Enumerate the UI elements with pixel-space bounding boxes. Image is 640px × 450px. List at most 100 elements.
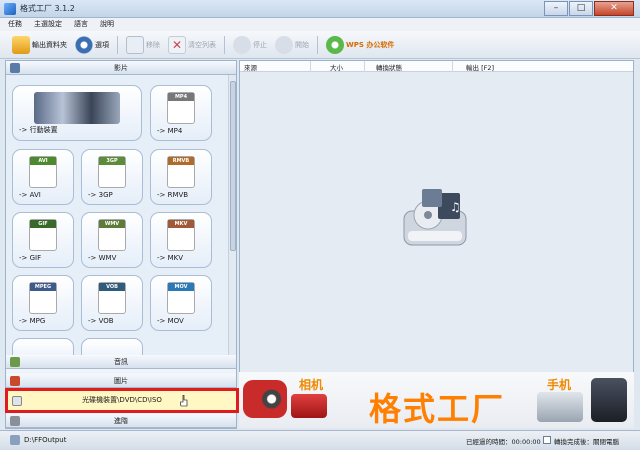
banner-camera-label: 相机	[299, 378, 324, 392]
svg-text:♫: ♫	[450, 200, 461, 214]
remove-button[interactable]: 移除	[126, 35, 160, 54]
tile-mkv[interactable]: MKV -> MKV	[150, 212, 212, 268]
tile-partial[interactable]	[81, 338, 143, 355]
tools-icon	[10, 416, 20, 426]
music-note-icon	[10, 357, 20, 367]
tile-label: -> MOV	[157, 317, 184, 325]
remove-label: 移除	[146, 40, 160, 49]
tile-label: -> WMV	[88, 254, 117, 262]
toolbar-divider	[224, 35, 225, 54]
menu-task[interactable]: 任務	[8, 18, 22, 31]
tile-rmvb[interactable]: RMVB -> RMVB	[150, 149, 212, 205]
task-list[interactable]: 來源 大小 轉換狀態 輸出 [F2] ♫	[239, 60, 634, 380]
close-button[interactable]: ✕	[594, 1, 634, 16]
toolbar: 輸出資料夾 選項 移除 ✕ 清空列表 停止 開始 WPS 办公软件	[0, 31, 640, 59]
disc-drive-icon	[12, 396, 22, 406]
tile-label: -> 3GP	[88, 191, 113, 199]
category-rom-label: 光碟機裝置\DVD\CD\ISO	[82, 396, 162, 404]
status-bar: D:\FFOutput 已經過的時間：00:00:00 轉換完成後：關閉電腦	[0, 430, 640, 450]
folder-icon	[12, 35, 30, 54]
category-image[interactable]: 圖片	[6, 374, 236, 388]
window-controls: – □ ✕	[543, 1, 634, 16]
tile-gif[interactable]: GIF -> GIF	[12, 212, 74, 268]
vob-file-icon: VOB	[98, 282, 126, 314]
scrollbar-thumb[interactable]	[230, 81, 236, 251]
tile-label: -> RMVB	[157, 191, 189, 199]
format-grid: -> 行動裝置 MP4 -> MP4 AVI -> AVI 3GP -> 3GP…	[6, 75, 228, 355]
title-bar: 格式工厂 3.1.2 – □ ✕	[0, 0, 640, 18]
tile-label: -> GIF	[19, 254, 42, 262]
mkv-file-icon: MKV	[167, 219, 195, 251]
avi-file-icon: AVI	[29, 156, 57, 188]
tile-label: -> AVI	[19, 191, 41, 199]
minimize-button[interactable]: –	[544, 1, 568, 16]
column-status[interactable]: 轉換狀態	[376, 62, 402, 72]
tile-partial[interactable]	[12, 338, 74, 355]
wps-office-button[interactable]: WPS 办公软件	[326, 35, 394, 54]
category-audio-label: 音訊	[114, 358, 128, 366]
clear-list-button[interactable]: ✕ 清空列表	[168, 35, 216, 54]
after-convert-label: 轉換完成後：關閉電腦	[554, 438, 619, 446]
options-label: 選項	[95, 40, 109, 49]
clear-list-label: 清空列表	[188, 40, 216, 49]
mov-file-icon: MOV	[167, 282, 195, 314]
category-panel: 影片 -> 行動裝置 MP4 -> MP4 AVI -> AVI 3GP -> …	[5, 60, 239, 429]
tile-mov[interactable]: MOV -> MOV	[150, 275, 212, 331]
after-convert-checkbox[interactable]	[543, 436, 551, 444]
task-list-header: 來源 大小 轉換狀態 輸出 [F2]	[240, 61, 633, 72]
tile-3gp[interactable]: 3GP -> 3GP	[81, 149, 143, 205]
gif-file-icon: GIF	[29, 219, 57, 251]
category-video-label: 影片	[114, 64, 128, 72]
menu-help[interactable]: 說明	[100, 18, 114, 31]
mobile-devices-icon	[34, 92, 120, 124]
camera-icon	[291, 394, 327, 418]
hand-cursor-icon	[180, 395, 188, 407]
output-path[interactable]: D:\FFOutput	[24, 436, 66, 444]
format-grid-scrollbar[interactable]	[228, 75, 236, 355]
tile-mobile-device[interactable]: -> 行動裝置	[12, 85, 142, 141]
category-advanced[interactable]: 進階	[6, 414, 236, 428]
tile-wmv[interactable]: WMV -> WMV	[81, 212, 143, 268]
menu-bar: 任務 主選設定 語言 說明	[0, 18, 640, 31]
tile-label: -> MP4	[157, 127, 183, 135]
maximize-button[interactable]: □	[569, 1, 593, 16]
smartphone-icon	[591, 378, 627, 422]
tile-mpg[interactable]: MPEG -> MPG	[12, 275, 74, 331]
start-button[interactable]: 開始	[275, 35, 309, 54]
options-button[interactable]: 選項	[75, 35, 109, 54]
column-source[interactable]: 來源	[244, 62, 257, 72]
stop-label: 停止	[253, 40, 267, 49]
app-icon	[4, 3, 16, 15]
elapsed-time: 已經過的時間：00:00:00	[466, 438, 541, 446]
ad-banner[interactable]: 相机 格式工厂 手机	[239, 372, 634, 428]
tile-label: -> MPG	[19, 317, 46, 325]
gear-icon	[75, 35, 93, 54]
document-icon	[126, 35, 144, 54]
stop-button[interactable]: 停止	[233, 35, 267, 54]
output-folder-label: 輸出資料夾	[32, 40, 67, 49]
tile-vob[interactable]: VOB -> VOB	[81, 275, 143, 331]
output-folder-icon[interactable]	[10, 435, 20, 445]
mp4-file-icon: MP4	[167, 92, 195, 124]
toolbar-divider	[117, 35, 118, 54]
start-label: 開始	[295, 40, 309, 49]
category-rom-device[interactable]: 光碟機裝置\DVD\CD\ISO	[5, 388, 239, 413]
clear-icon: ✕	[168, 35, 186, 54]
film-icon	[10, 63, 20, 73]
wps-icon	[326, 35, 344, 54]
category-advanced-label: 進階	[114, 417, 128, 425]
3gp-file-icon: 3GP	[98, 156, 126, 188]
camcorder-icon	[243, 380, 287, 418]
column-size[interactable]: 大小	[330, 62, 343, 72]
menu-language[interactable]: 語言	[74, 18, 88, 31]
banner-phone-label: 手机	[547, 378, 572, 392]
category-video[interactable]: 影片	[6, 61, 236, 75]
column-output[interactable]: 輸出 [F2]	[466, 62, 494, 72]
category-audio[interactable]: 音訊	[6, 355, 236, 369]
wmv-file-icon: WMV	[98, 219, 126, 251]
output-folder-button[interactable]: 輸出資料夾	[12, 35, 67, 54]
format-factory-logo-icon: ♫	[403, 189, 467, 246]
tile-mp4[interactable]: MP4 -> MP4	[150, 85, 212, 141]
menu-settings[interactable]: 主選設定	[34, 18, 62, 31]
tile-avi[interactable]: AVI -> AVI	[12, 149, 74, 205]
